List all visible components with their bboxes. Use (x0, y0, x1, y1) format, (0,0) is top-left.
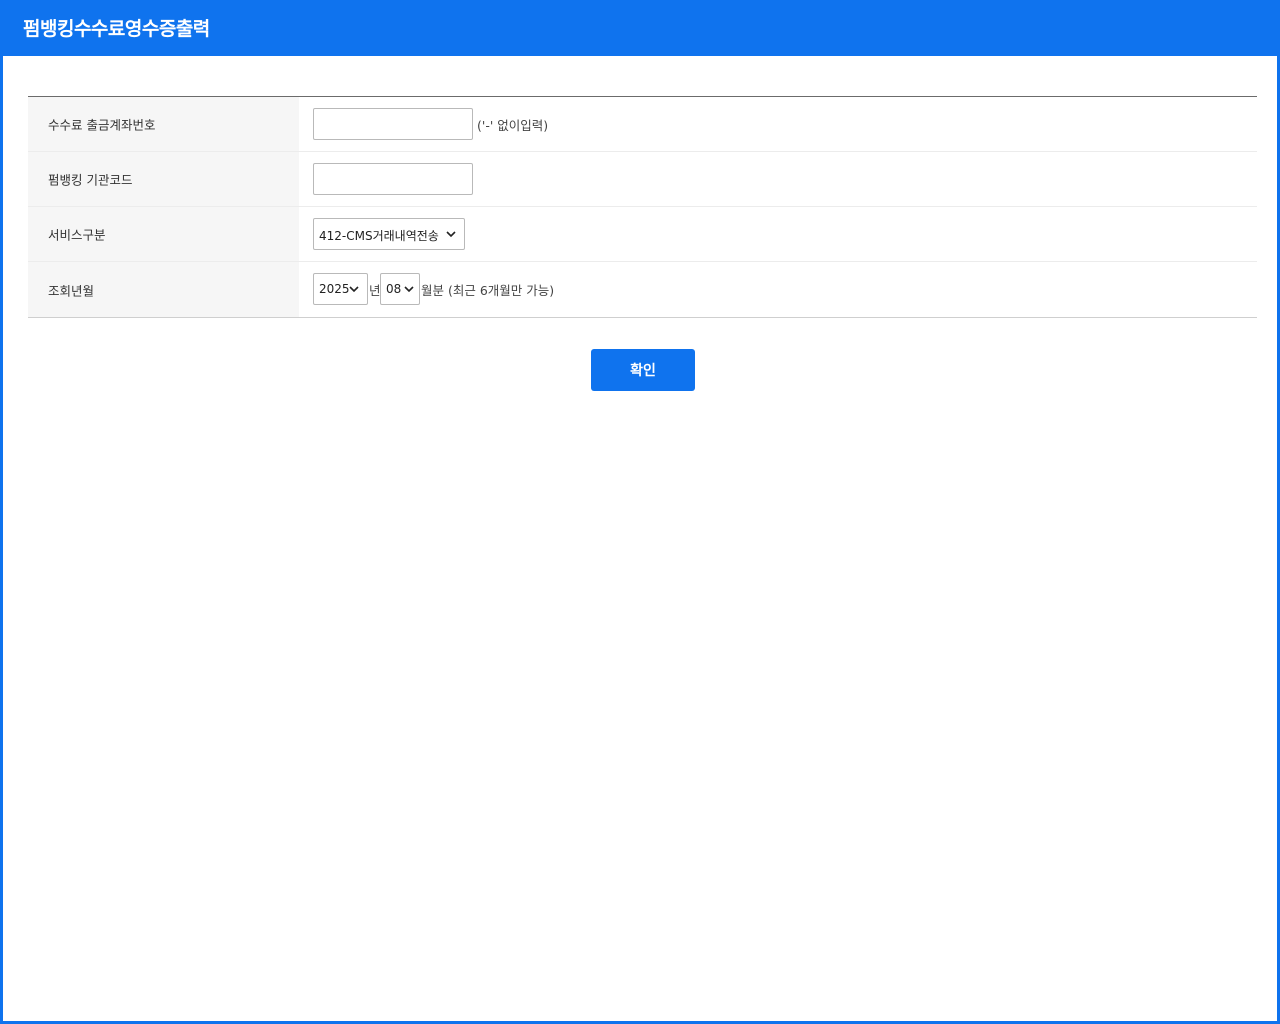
app-window: 펌뱅킹수수료영수증출력 수수료 출금계좌번호 ('-' 없이입력) 펌뱅킹 기관… (0, 0, 1280, 1024)
label-cell: 수수료 출금계좌번호 (28, 97, 299, 151)
institution-code-input[interactable] (313, 163, 473, 195)
period-label: 조회년월 (48, 283, 95, 298)
month-suffix: 월분 (최근 6개월만 가능) (421, 283, 555, 298)
service-type-value: 412-CMS거래내역전송 (319, 229, 439, 243)
chevron-down-icon (446, 231, 456, 238)
chevron-down-icon (349, 286, 359, 293)
form-row-period: 조회년월 2025 년 08 월분 (최근 6개월만 가능) (28, 262, 1257, 317)
value-cell: 2025 년 08 월분 (최근 6개월만 가능) (299, 262, 1257, 317)
withdrawal-account-input[interactable] (313, 108, 473, 140)
month-select[interactable]: 08 (380, 273, 420, 305)
year-suffix: 년 (369, 283, 381, 298)
value-cell (299, 152, 1257, 206)
year-value: 2025 (319, 282, 350, 296)
confirm-button[interactable]: 확인 (591, 349, 695, 391)
value-cell: ('-' 없이입력) (299, 97, 1257, 151)
form-row-institution: 펌뱅킹 기관코드 (28, 152, 1257, 207)
service-type-label: 서비스구분 (48, 227, 106, 243)
form-row-service: 서비스구분 412-CMS거래내역전송 (28, 207, 1257, 262)
service-type-select[interactable]: 412-CMS거래내역전송 (313, 218, 465, 250)
title-bar: 펌뱅킹수수료영수증출력 (3, 0, 1280, 56)
account-label: 수수료 출금계좌번호 (48, 117, 156, 133)
value-cell: 412-CMS거래내역전송 (299, 207, 1257, 261)
label-cell: 펌뱅킹 기관코드 (28, 152, 299, 206)
institution-code-label: 펌뱅킹 기관코드 (48, 172, 133, 188)
receipt-form: 수수료 출금계좌번호 ('-' 없이입력) 펌뱅킹 기관코드 서비스구분 412… (28, 96, 1257, 318)
label-cell: 조회년월 (28, 262, 299, 317)
account-hint: ('-' 없이입력) (477, 118, 549, 133)
page-title: 펌뱅킹수수료영수증출력 (23, 18, 210, 40)
form-row-account: 수수료 출금계좌번호 ('-' 없이입력) (28, 97, 1257, 152)
label-cell: 서비스구분 (28, 207, 299, 261)
month-value: 08 (386, 282, 402, 296)
chevron-down-icon (404, 286, 414, 293)
year-select[interactable]: 2025 (313, 273, 368, 305)
